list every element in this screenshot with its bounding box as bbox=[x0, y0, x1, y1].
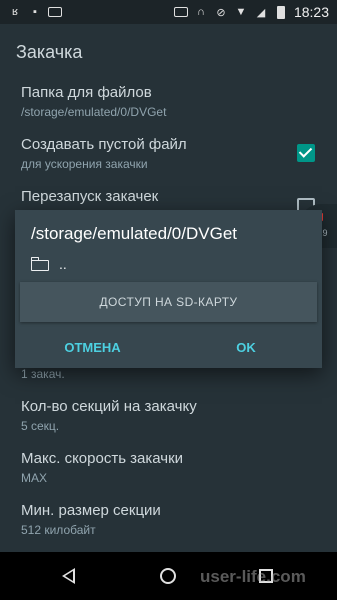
do-not-disturb-icon: ⊘ bbox=[216, 6, 226, 19]
setting-title: Папка для файлов bbox=[21, 84, 152, 101]
back-icon[interactable] bbox=[62, 568, 75, 584]
cast-icon bbox=[173, 6, 188, 18]
status-right: ∩ ⊘ ▼ ◢ 18:23 bbox=[166, 4, 337, 20]
setting-subtitle: MAX bbox=[21, 471, 48, 485]
wifi-icon: ▼ bbox=[235, 6, 247, 18]
headphones-icon: ∩ bbox=[197, 6, 205, 18]
ok-button[interactable]: OK bbox=[215, 332, 277, 362]
folder-picker-dialog: /storage/emulated/0/DVGet .. ДОСТУП НА S… bbox=[15, 210, 322, 368]
setting-title: Макс. скорость закачки bbox=[21, 450, 184, 467]
setting-subtitle: 1 закач. bbox=[21, 367, 65, 381]
setting-title: Кол-во секций на закачку bbox=[21, 398, 197, 415]
battery-icon bbox=[274, 5, 288, 19]
folder-icon bbox=[31, 257, 49, 271]
create-empty-file-checkbox[interactable] bbox=[297, 144, 315, 162]
setting-download-folder[interactable]: Папка для файлов /storage/emulated/0/DVG… bbox=[0, 84, 337, 120]
setting-title: Перезапуск закачек bbox=[21, 188, 159, 205]
watermark: user-life.com bbox=[200, 567, 306, 586]
setting-subtitle: /storage/emulated/0/DVGet bbox=[21, 105, 167, 119]
status-left: ʁ ▪ bbox=[0, 6, 70, 18]
home-icon[interactable] bbox=[160, 568, 176, 584]
setting-sections-per-download[interactable]: Кол-во секций на закачку 5 секц. bbox=[0, 398, 337, 434]
setting-title: Мин. размер секции bbox=[21, 502, 161, 519]
sd-card-access-button[interactable]: ДОСТУП НА SD-КАРТУ bbox=[20, 282, 317, 322]
signal-icon: ◢ bbox=[256, 6, 266, 19]
status-bar: ʁ ▪ ∩ ⊘ ▼ ◢ 18:23 bbox=[0, 0, 337, 24]
setting-subtitle: 512 килобайт bbox=[21, 523, 96, 537]
setting-subtitle: 5 секц. bbox=[21, 419, 60, 433]
folder-label: .. bbox=[59, 256, 67, 272]
dialog-actions: ОТМЕНА OK bbox=[15, 332, 322, 362]
setting-min-section-size[interactable]: Мин. размер секции 512 килобайт bbox=[0, 502, 337, 538]
setting-title: Создавать пустой файл bbox=[21, 136, 187, 153]
notification-icon: ▪ bbox=[33, 6, 37, 18]
setting-subtitle: для ускорения закачки bbox=[21, 157, 148, 171]
translate-icon: ʁ bbox=[12, 6, 18, 18]
video-icon bbox=[48, 6, 62, 18]
setting-create-empty-file[interactable]: Создавать пустой файл для ускорения зака… bbox=[0, 136, 337, 172]
dialog-title: /storage/emulated/0/DVGet bbox=[31, 224, 238, 243]
setting-max-speed[interactable]: Макс. скорость закачки MAX bbox=[0, 450, 337, 486]
page-title: Закачка bbox=[16, 41, 83, 62]
clock: 18:23 bbox=[293, 4, 329, 20]
setting-restart-downloads[interactable]: Перезапуск закачек bbox=[0, 188, 337, 216]
parent-folder-item[interactable]: .. bbox=[31, 256, 67, 272]
app-bar: Закачка bbox=[0, 24, 337, 80]
cancel-button[interactable]: ОТМЕНА bbox=[45, 332, 140, 362]
